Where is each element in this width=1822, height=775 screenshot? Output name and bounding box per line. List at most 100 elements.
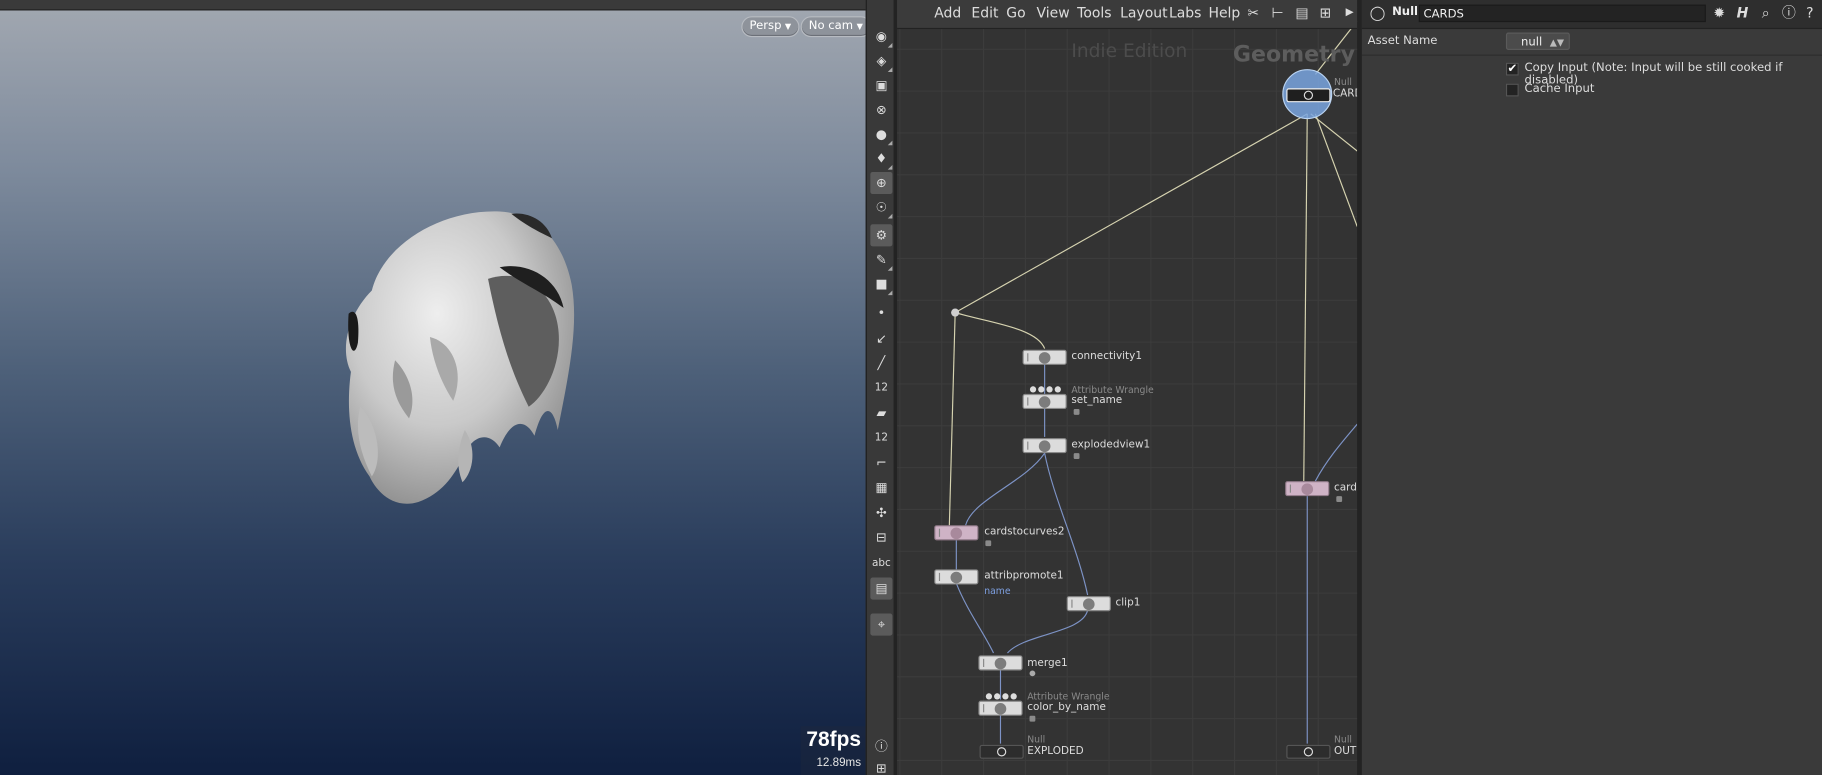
sop-icon: [1038, 440, 1051, 453]
node-label: cardstocurves2: [984, 526, 1065, 539]
node-exploded[interactable]: [979, 744, 1024, 759]
lock-badge-icon: [1029, 715, 1036, 722]
background-icon[interactable]: ▤: [870, 577, 893, 600]
eye-icon[interactable]: ◉: [870, 26, 893, 48]
search-icon[interactable]: ⌕: [1757, 5, 1774, 22]
lock-badge-icon: [1073, 453, 1080, 459]
camera-view-dropdown[interactable]: Persp ▼: [741, 16, 800, 38]
houdini-help-icon[interactable]: H: [1734, 5, 1751, 22]
viewport-top-bar: [0, 0, 866, 11]
snap-icon[interactable]: ✎: [870, 249, 893, 271]
node-out[interactable]: [1286, 744, 1331, 759]
brush-icon[interactable]: ╱: [870, 352, 892, 374]
context-watermark: Geometry: [1232, 41, 1355, 68]
node-label: CARD: [1332, 88, 1357, 100]
lock-badge-icon: [1336, 496, 1343, 502]
menu-layout[interactable]: Layout: [1120, 5, 1167, 21]
display-options-icon[interactable]: ◈: [870, 50, 893, 73]
node-cards[interactable]: [1286, 88, 1331, 103]
menu-edit[interactable]: Edit: [971, 5, 998, 21]
camera-icon[interactable]: ⚙: [870, 224, 893, 247]
sop-icon: [1082, 598, 1095, 611]
node-type-label: Null: [1333, 734, 1352, 745]
node-label: color_by_name: [1027, 701, 1106, 714]
network-editor[interactable]: Add Edit Go View Tools Layout Labs Help …: [897, 0, 1358, 775]
null-node-icon: ◯: [1369, 4, 1386, 21]
node-explodedview[interactable]: [1022, 438, 1067, 454]
skeleton-icon[interactable]: ☉: [870, 196, 893, 219]
parameter-panel: ◯ Null CARDS ✹ H ⌕ ⓘ ? Asset Name null ▲▼…: [1361, 0, 1822, 775]
corner-icon[interactable]: ⌐: [870, 452, 892, 474]
node-set-name[interactable]: [1022, 393, 1067, 410]
stop-icon[interactable]: ⊟: [870, 526, 892, 548]
menu-tools[interactable]: Tools: [1077, 5, 1111, 21]
copy-input-checkbox[interactable]: ✔: [1505, 62, 1519, 76]
info-icon[interactable]: ⓘ: [870, 734, 892, 756]
node-type-name: Null: [1392, 5, 1419, 19]
layout-icon[interactable]: ⊞: [870, 758, 892, 775]
light-icon[interactable]: ♦: [870, 148, 893, 170]
tree-view-icon[interactable]: ⊢: [1269, 5, 1286, 22]
node-clip[interactable]: [1066, 596, 1111, 612]
node-merge[interactable]: [978, 655, 1023, 671]
fps-readout: 78fps: [806, 727, 862, 751]
node-comment: name: [984, 585, 1011, 597]
cache-input-checkbox[interactable]: [1505, 83, 1519, 97]
grid-icon[interactable]: ▦: [870, 476, 892, 498]
point-number-icon[interactable]: 12: [870, 376, 892, 398]
hda-icon: [1301, 483, 1314, 496]
node-cards-right[interactable]: [1285, 481, 1330, 497]
node-label: explodedview1: [1071, 439, 1151, 451]
null-node-icon: [1303, 90, 1314, 100]
sop-icon: [1038, 352, 1051, 364]
camera-select-dropdown[interactable]: No cam ▼: [800, 16, 866, 38]
spinner-arrows-icon: ▲▼: [1549, 37, 1565, 48]
menu-labs[interactable]: Labs: [1169, 5, 1201, 21]
merge-icon: [994, 657, 1007, 670]
text-icon[interactable]: abc: [870, 552, 892, 574]
more-arrow-icon[interactable]: ▶: [1341, 5, 1357, 22]
scene-viewport[interactable]: Persp ▼ No cam ▼ 78fps 12.89ms: [0, 0, 866, 775]
asset-name-dropdown[interactable]: null ▲▼: [1505, 32, 1570, 50]
prim-number-icon[interactable]: 12: [870, 426, 892, 448]
node-label: EXPLODED: [1027, 746, 1084, 758]
shading-icon[interactable]: ●: [870, 123, 893, 146]
help-icon[interactable]: ?: [1801, 5, 1818, 22]
grid-view-icon[interactable]: ⊞: [1317, 5, 1334, 22]
node-label: merge1: [1027, 657, 1068, 670]
node-cardstocurves[interactable]: [934, 525, 979, 541]
paint-icon[interactable]: ▰: [870, 402, 892, 424]
info-icon[interactable]: ⓘ: [1780, 5, 1797, 22]
pin-icon[interactable]: ⌖: [870, 613, 893, 636]
wrench-icon[interactable]: ✂: [1245, 5, 1262, 22]
gear-icon[interactable]: ✹: [1710, 5, 1727, 22]
null-node-icon: [1303, 747, 1314, 757]
node-label: set_name: [1071, 395, 1123, 407]
ghost-icon[interactable]: ⊕: [870, 171, 893, 195]
list-view-icon[interactable]: ▤: [1293, 5, 1310, 22]
asset-name-label: Asset Name: [1367, 34, 1438, 48]
normal-icon[interactable]: ↙: [870, 328, 892, 350]
null-node-icon: [996, 747, 1007, 757]
menu-add[interactable]: Add: [934, 5, 961, 21]
hair-geometry: [345, 211, 575, 504]
node-connectivity[interactable]: [1022, 349, 1067, 365]
wrangle-dots: ●●●●: [985, 691, 1019, 701]
point-icon[interactable]: •: [870, 302, 892, 324]
frame-time-readout: 12.89ms: [816, 756, 862, 770]
node-name-field[interactable]: CARDS: [1418, 4, 1706, 23]
edition-watermark: Indie Edition: [1071, 39, 1188, 62]
node-label: attribpromote1: [984, 570, 1064, 583]
menu-help[interactable]: Help: [1208, 5, 1240, 21]
wrangle-icon: [1038, 396, 1051, 408]
handle-icon[interactable]: ✣: [870, 502, 892, 524]
node-attribpromote[interactable]: [934, 569, 979, 585]
render-icon[interactable]: ■: [870, 273, 893, 296]
wrangle-icon: [994, 703, 1007, 715]
node-color-by-name[interactable]: [978, 700, 1023, 716]
lock-icon[interactable]: ▣: [870, 74, 892, 96]
menu-view[interactable]: View: [1037, 5, 1070, 21]
lock-badge-icon: [985, 540, 992, 547]
menu-go[interactable]: Go: [1006, 5, 1025, 21]
wireframe-icon[interactable]: ⊗: [870, 99, 892, 121]
